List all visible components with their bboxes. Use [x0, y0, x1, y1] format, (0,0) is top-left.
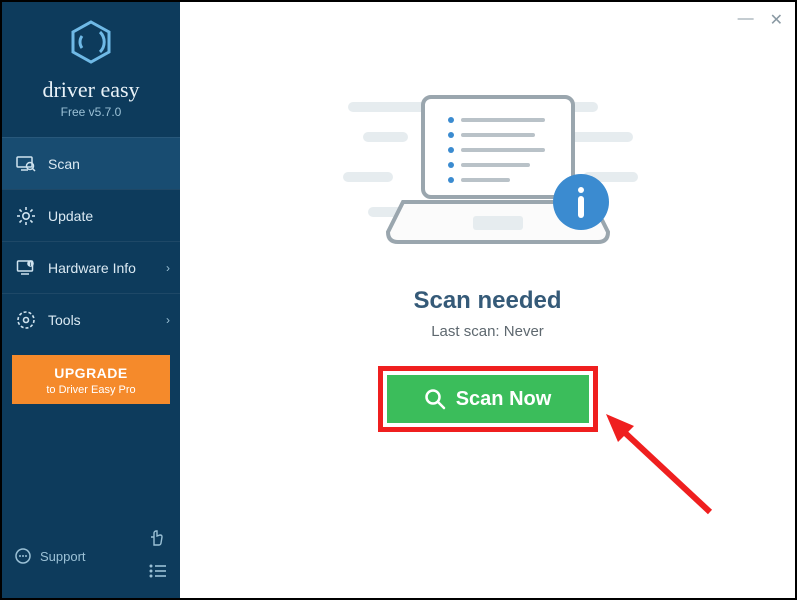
minimize-button[interactable]: — — [738, 10, 754, 30]
last-scan-text: Last scan: Never — [180, 323, 795, 340]
logo-area: driver easy Free v5.7.0 — [2, 2, 180, 131]
chevron-right-icon: › — [166, 261, 170, 275]
support-link[interactable]: Support — [14, 547, 86, 565]
logo-icon — [68, 20, 114, 69]
feedback-icon[interactable] — [148, 528, 168, 553]
sidebar-item-label: Hardware Info — [48, 260, 136, 276]
upgrade-button[interactable]: UPGRADE to Driver Easy Pro — [12, 355, 170, 404]
tools-icon — [16, 310, 36, 330]
search-icon — [424, 388, 446, 410]
sidebar-nav: Scan Update i Hardware Info › Tools › — [2, 137, 180, 345]
close-button[interactable]: ✕ — [770, 10, 783, 30]
upgrade-title: UPGRADE — [18, 365, 164, 381]
sidebar-item-hardware-info[interactable]: i Hardware Info › — [2, 241, 180, 293]
sidebar-item-scan[interactable]: Scan — [2, 137, 180, 189]
window-controls: — ✕ — [738, 10, 783, 30]
monitor-info-icon: i — [16, 258, 36, 278]
product-name: driver easy — [2, 77, 180, 103]
menu-list-icon[interactable] — [148, 563, 168, 584]
sidebar-item-tools[interactable]: Tools › — [2, 293, 180, 345]
upgrade-subtitle: to Driver Easy Pro — [18, 384, 164, 396]
scan-headline: Scan needed — [180, 287, 795, 315]
chat-icon — [14, 547, 32, 565]
scan-button-highlight: Scan Now — [378, 366, 598, 432]
sidebar-item-label: Tools — [48, 312, 81, 328]
content-area: Scan needed Last scan: Never Scan Now — [180, 2, 795, 432]
monitor-search-icon — [16, 154, 36, 174]
gear-icon — [16, 206, 36, 226]
sidebar-item-label: Update — [48, 208, 93, 224]
sidebar-bottom: Support — [2, 518, 180, 598]
support-label: Support — [40, 549, 86, 564]
sidebar-item-update[interactable]: Update — [2, 189, 180, 241]
sidebar-item-label: Scan — [48, 156, 80, 172]
chevron-right-icon: › — [166, 313, 170, 327]
app-window: driver easy Free v5.7.0 Scan Update i Ha… — [0, 0, 797, 600]
annotation-arrow — [600, 412, 720, 522]
bottom-icons — [148, 528, 168, 584]
sidebar: driver easy Free v5.7.0 Scan Update i Ha… — [2, 2, 180, 598]
scan-now-button[interactable]: Scan Now — [387, 375, 589, 423]
main-panel: — ✕ — [180, 2, 795, 598]
laptop-illustration — [333, 92, 643, 267]
scan-button-label: Scan Now — [456, 388, 552, 411]
version-label: Free v5.7.0 — [2, 105, 180, 119]
